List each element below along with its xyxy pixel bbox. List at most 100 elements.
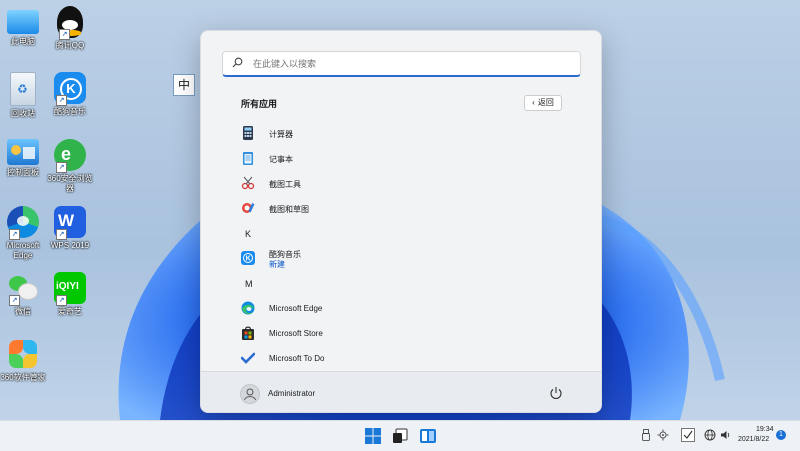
shortcut-arrow-icon: ↗ <box>56 229 67 240</box>
qq-penguin-icon: ↗ <box>57 6 83 40</box>
clock-date[interactable]: 2021/8/22 <box>738 436 769 443</box>
desktop-icon-360-browser[interactable]: e ↗ 360安全浏览器 <box>44 139 96 194</box>
app-item-snip-sketch[interactable]: 截图和草图 <box>239 196 559 221</box>
widgets-icon <box>420 429 436 443</box>
shortcut-arrow-icon: ↗ <box>56 295 67 306</box>
desktop-icon-label: 此电脑 <box>11 37 35 46</box>
app-item-notepad[interactable]: 记事本 <box>239 146 559 171</box>
windows-logo-icon <box>365 428 381 444</box>
desktop-icon-label: 腾讯QQ <box>55 41 85 50</box>
back-button[interactable]: ‹ 返回 <box>524 95 562 111</box>
settings-gear-icon[interactable] <box>657 429 669 441</box>
user-icon <box>244 388 256 401</box>
search-box[interactable] <box>222 51 581 77</box>
letter-label: M <box>245 279 253 289</box>
usb-device-icon[interactable] <box>640 429 652 441</box>
letter-header-m[interactable]: M <box>239 271 559 296</box>
app-name: Microsoft Store <box>269 329 323 338</box>
iqiyi-icon: iQIYI ↗ <box>54 272 86 306</box>
control-panel-icon <box>7 139 39 165</box>
app-name: 记事本 <box>269 155 293 164</box>
desktop-icon-label: 360软件管家 <box>0 373 46 382</box>
shortcut-arrow-icon: ↗ <box>9 295 20 306</box>
desktop-icon-label: 回收站 <box>11 109 35 118</box>
start-menu-footer: Administrator <box>201 371 601 412</box>
widgets-button[interactable] <box>419 427 437 445</box>
app-new-badge: 新建 <box>269 260 285 269</box>
store-icon <box>242 326 254 340</box>
app-name: 截图和草图 <box>269 205 309 214</box>
360-software-icon <box>7 338 39 370</box>
desktop-icon-recycle-bin[interactable]: ♻ 回收站 <box>0 72 49 119</box>
kugou-icon: K <box>241 251 255 265</box>
power-icon <box>550 387 562 400</box>
snip-sketch-icon <box>242 203 255 213</box>
desktop-icon-360-software[interactable]: 360软件管家 <box>0 338 49 383</box>
desktop-icon-qq[interactable]: ↗ 腾讯QQ <box>44 6 96 51</box>
ime-mode-indicator[interactable]: 中 <box>173 74 195 96</box>
snipping-tool-icon <box>241 176 255 190</box>
desktop-icon-this-pc[interactable]: 此电脑 <box>0 6 49 47</box>
360-browser-icon: e ↗ <box>54 139 86 173</box>
user-avatar[interactable] <box>240 384 260 404</box>
notepad-icon <box>243 152 253 165</box>
user-name[interactable]: Administrator <box>268 389 315 398</box>
taskbar: 19:34 2021/8/22 1 <box>0 420 800 451</box>
wechat-icon: ↗ <box>7 272 39 306</box>
recycle-bin-icon: ♻ <box>10 72 36 106</box>
desktop-icon-label: 控制面板 <box>7 168 39 177</box>
wps-icon: W ↗ <box>54 206 86 240</box>
desktop-icon-label: 微信 <box>15 307 31 316</box>
start-button[interactable] <box>364 427 382 445</box>
edge-icon: ↗ <box>7 206 39 240</box>
desktop-icon-label: 爱奇艺 <box>58 307 82 316</box>
desktop-icon-label: 酷狗音乐 <box>54 107 86 116</box>
app-name: 计算器 <box>269 130 293 139</box>
desktop-icon-iqiyi[interactable]: iQIYI ↗ 爱奇艺 <box>44 272 96 317</box>
network-globe-icon[interactable] <box>704 429 716 441</box>
desktop-icon-label: Microsoft Edge <box>6 241 40 260</box>
shortcut-arrow-icon: ↗ <box>59 29 70 40</box>
notification-badge[interactable]: 1 <box>776 430 786 440</box>
all-apps-title: 所有应用 <box>241 99 278 109</box>
shortcut-arrow-icon: ↗ <box>56 95 67 106</box>
computer-icon <box>7 10 39 34</box>
desktop-icon-kugou[interactable]: K ↗ 酷狗音乐 <box>44 72 96 117</box>
search-input[interactable] <box>251 55 575 73</box>
desktop-icon-control-panel[interactable]: 控制面板 <box>0 139 49 178</box>
search-icon <box>232 57 243 71</box>
desktop-icon-wps[interactable]: W ↗ WPS 2019 <box>44 206 96 251</box>
back-button-label: 返回 <box>537 98 554 107</box>
letter-label: K <box>245 229 252 239</box>
desktop-icon-label: 360安全浏览器 <box>47 174 93 193</box>
kugou-icon: K ↗ <box>54 72 86 106</box>
app-name: 截图工具 <box>269 180 301 189</box>
desktop-icon-edge[interactable]: ↗ Microsoft Edge <box>0 206 49 261</box>
clock-time[interactable]: 19:34 <box>756 426 774 433</box>
checkbox-tray-icon[interactable] <box>681 428 695 442</box>
calculator-icon <box>243 126 253 140</box>
app-item-microsoft-edge[interactable]: Microsoft Edge <box>239 296 559 321</box>
app-item-snipping-tool[interactable]: 截图工具 <box>239 171 559 196</box>
app-item-kugou[interactable]: K 酷狗音乐 新建 <box>239 246 559 271</box>
todo-check-icon <box>241 352 255 364</box>
shortcut-arrow-icon: ↗ <box>56 162 67 173</box>
app-name: Microsoft Edge <box>269 304 323 313</box>
power-button[interactable] <box>549 386 563 400</box>
start-menu: 所有应用 ‹返回 计算器 记事本 截图工具 截图和草图 K K 酷狗音乐 新建 … <box>200 30 602 413</box>
letter-header-k[interactable]: K <box>239 221 559 246</box>
task-view-icon <box>393 428 408 443</box>
desktop-icon-wechat[interactable]: ↗ 微信 <box>0 272 49 317</box>
task-view-button[interactable] <box>391 427 409 445</box>
app-item-microsoft-store[interactable]: Microsoft Store <box>239 321 559 346</box>
app-item-microsoft-to-do[interactable]: Microsoft To Do <box>239 346 559 371</box>
volume-icon[interactable] <box>720 429 732 441</box>
app-name: Microsoft To Do <box>269 354 325 363</box>
app-item-calculator[interactable]: 计算器 <box>239 121 559 146</box>
app-list: 计算器 记事本 截图工具 截图和草图 K K 酷狗音乐 新建 M Microso… <box>239 121 559 371</box>
svg-text:K: K <box>246 256 251 263</box>
shortcut-arrow-icon: ↗ <box>9 229 20 240</box>
edge-icon <box>241 301 255 315</box>
desktop-icon-label: WPS 2019 <box>50 241 90 250</box>
chevron-left-icon: ‹ <box>532 98 535 107</box>
